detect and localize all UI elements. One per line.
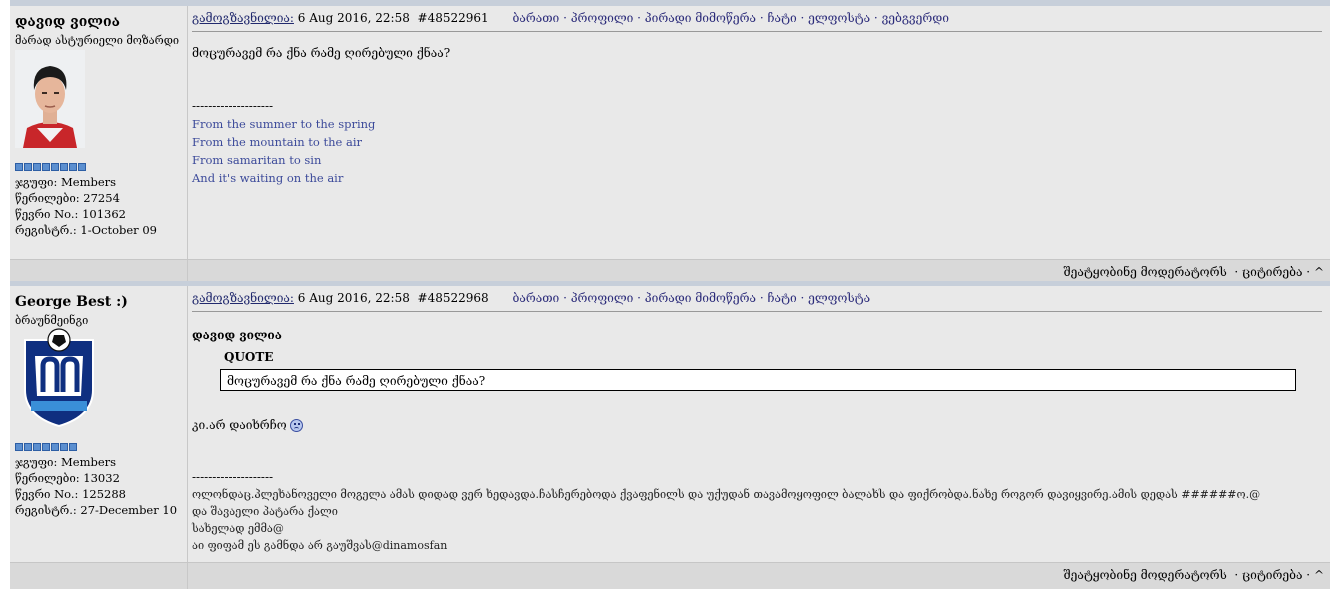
member-number: წევრი No.: 125288 [15, 487, 126, 501]
user-title: მარად ასტურიელი მოზარდი [15, 34, 180, 47]
rank-pip [33, 443, 41, 451]
nav-email[interactable]: ელფოსტა [808, 11, 870, 25]
post-content: გამოგზავნილია: 6 Aug 2016, 22:58 #485229… [188, 286, 1330, 562]
member-stats: ჯგუფი: Members წერილები: 13032 წევრი No.… [15, 454, 177, 518]
rank-pip [15, 443, 23, 451]
signature-separator: -------------------- [192, 99, 274, 113]
scroll-top-link[interactable]: ^ [1314, 265, 1324, 279]
group: ჯგუფი: Members [15, 455, 117, 469]
rank-pip [24, 443, 32, 451]
nav-chat[interactable]: ჩატი [767, 11, 796, 25]
nav-profile[interactable]: პროფილი [571, 291, 634, 305]
signature-line: From samaritan to sin [192, 153, 322, 167]
signature-line: აი ფიფამ ეს გამნდა არ გაუშვას@dinamosfan [192, 539, 448, 552]
avatar [15, 328, 103, 428]
signature-line: სახელად ემმა@ [192, 522, 284, 535]
rank-pip [51, 443, 59, 451]
author-name[interactable]: George Best :) [15, 294, 128, 310]
author-panel: დავიდ ვილია მარად ასტურიელი მოზარდი ჯგუფ… [10, 6, 188, 259]
signature-line: From the mountain to the air [192, 135, 363, 149]
post-text: კი.არ დაიხრჩო [192, 418, 287, 432]
rank-pip [15, 163, 23, 171]
posts-count: წერილები: 13032 [15, 471, 120, 485]
post-id[interactable]: #48522961 [418, 11, 489, 25]
rank-pip [60, 443, 68, 451]
footer-links: შეატყობინე მოდერატორს · ციტირება · ^ [1063, 568, 1324, 582]
quoted-author: დავიდ ვილია [192, 328, 282, 342]
registered-date: რეგისტრ.: 1-October 09 [15, 223, 157, 237]
rank-pip [60, 163, 68, 171]
signature-separator: -------------------- [192, 470, 274, 484]
signature-line: From the summer to the spring [192, 117, 376, 131]
group: ჯგუფი: Members [15, 175, 117, 189]
post-date: 6 Aug 2016, 22:58 [297, 291, 410, 305]
nav-private-message[interactable]: პირადი მიმოწერა [645, 291, 756, 305]
user-title: ბრაუნმეინგი [15, 314, 89, 327]
post: George Best :) ბრაუნმეინგი ჯგუფი: Member… [10, 286, 1330, 589]
signature: ოლონდაც.პლეხანოველი მოგელა ამას დიდად ვე… [192, 486, 1318, 554]
nav-website[interactable]: ვებგვერდი [882, 11, 949, 25]
signature-line: და შავაელი პატარა ქალი [192, 505, 338, 518]
rank-pip [33, 163, 41, 171]
footer-links: შეატყობინე მოდერატორს · ციტირება · ^ [1063, 265, 1324, 279]
post-footer: შეატყობინე მოდერატორს · ციტირება · ^ [10, 259, 1330, 282]
quote-label: QUOTE [224, 350, 274, 364]
post: დავიდ ვილია მარად ასტურიელი მოზარდი ჯგუფ… [10, 6, 1330, 282]
member-number: წევრი No.: 101362 [15, 207, 126, 221]
nav-card[interactable]: ბარათი [512, 291, 559, 305]
post-nav: ბარათი · პროფილი · პირადი მიმოწერა · ჩატ… [512, 291, 871, 305]
post-header: გამოგზავნილია: 6 Aug 2016, 22:58 #485229… [192, 11, 1322, 32]
author-panel: George Best :) ბრაუნმეინგი ჯგუფი: Member… [10, 286, 188, 562]
rank-pip [42, 443, 50, 451]
rank-pip [24, 163, 32, 171]
nav-private-message[interactable]: პირადი მიმოწერა [645, 11, 756, 25]
avatar [15, 50, 85, 148]
quote-box: მოცურავემ რა ქნა რამე ღირებული ქნაა? [220, 369, 1296, 391]
post-id[interactable]: #48522968 [418, 291, 489, 305]
post-text-line: კი.არ დაიხრჩო [192, 418, 1318, 432]
signature-line: ოლონდაც.პლეხანოველი მოგელა ამას დიდად ვე… [192, 488, 1261, 501]
post-footer: შეატყობინე მოდერატორს · ციტირება · ^ [10, 562, 1330, 589]
registered-date: რეგისტრ.: 27-December 10 [15, 503, 178, 517]
member-stats: ჯგუფი: Members წერილები: 27254 წევრი No.… [15, 174, 157, 238]
rank-pip [51, 163, 59, 171]
signature: From the summer to the spring From the m… [192, 115, 1318, 187]
posts-count: წერილები: 27254 [15, 191, 120, 205]
author-name[interactable]: დავიდ ვილია [15, 14, 120, 30]
nav-card[interactable]: ბარათი [512, 11, 559, 25]
signature-line: And it's waiting on the air [192, 171, 344, 185]
post-date: 6 Aug 2016, 22:58 [297, 11, 410, 25]
posted-link[interactable]: გამოგზავნილია: [192, 11, 294, 25]
nav-email[interactable]: ელფოსტა [808, 291, 870, 305]
report-moderator-link[interactable]: შეატყობინე მოდერატორს [1063, 265, 1226, 279]
nav-chat[interactable]: ჩატი [767, 291, 796, 305]
post-text: მოცურავემ რა ქნა რამე ღირებული ქნაა? [192, 46, 451, 60]
sad-face-icon [289, 419, 303, 432]
rank-pip [42, 163, 50, 171]
rank-pips [15, 443, 77, 451]
report-moderator-link[interactable]: შეატყობინე მოდერატორს [1063, 568, 1226, 582]
nav-profile[interactable]: პროფილი [571, 11, 634, 25]
post-nav: ბარათი · პროფილი · პირადი მიმოწერა · ჩატ… [512, 11, 949, 25]
posted-link[interactable]: გამოგზავნილია: [192, 291, 294, 305]
rank-pip [78, 163, 86, 171]
scroll-top-link[interactable]: ^ [1314, 568, 1324, 582]
post-header: გამოგზავნილია: 6 Aug 2016, 22:58 #485229… [192, 291, 1322, 312]
rank-pip [69, 443, 77, 451]
rank-pip [69, 163, 77, 171]
quote-link[interactable]: ციტირება [1242, 265, 1302, 279]
rank-pips [15, 163, 86, 171]
post-content: გამოგზავნილია: 6 Aug 2016, 22:58 #485229… [188, 6, 1330, 259]
quote-link[interactable]: ციტირება [1242, 568, 1302, 582]
